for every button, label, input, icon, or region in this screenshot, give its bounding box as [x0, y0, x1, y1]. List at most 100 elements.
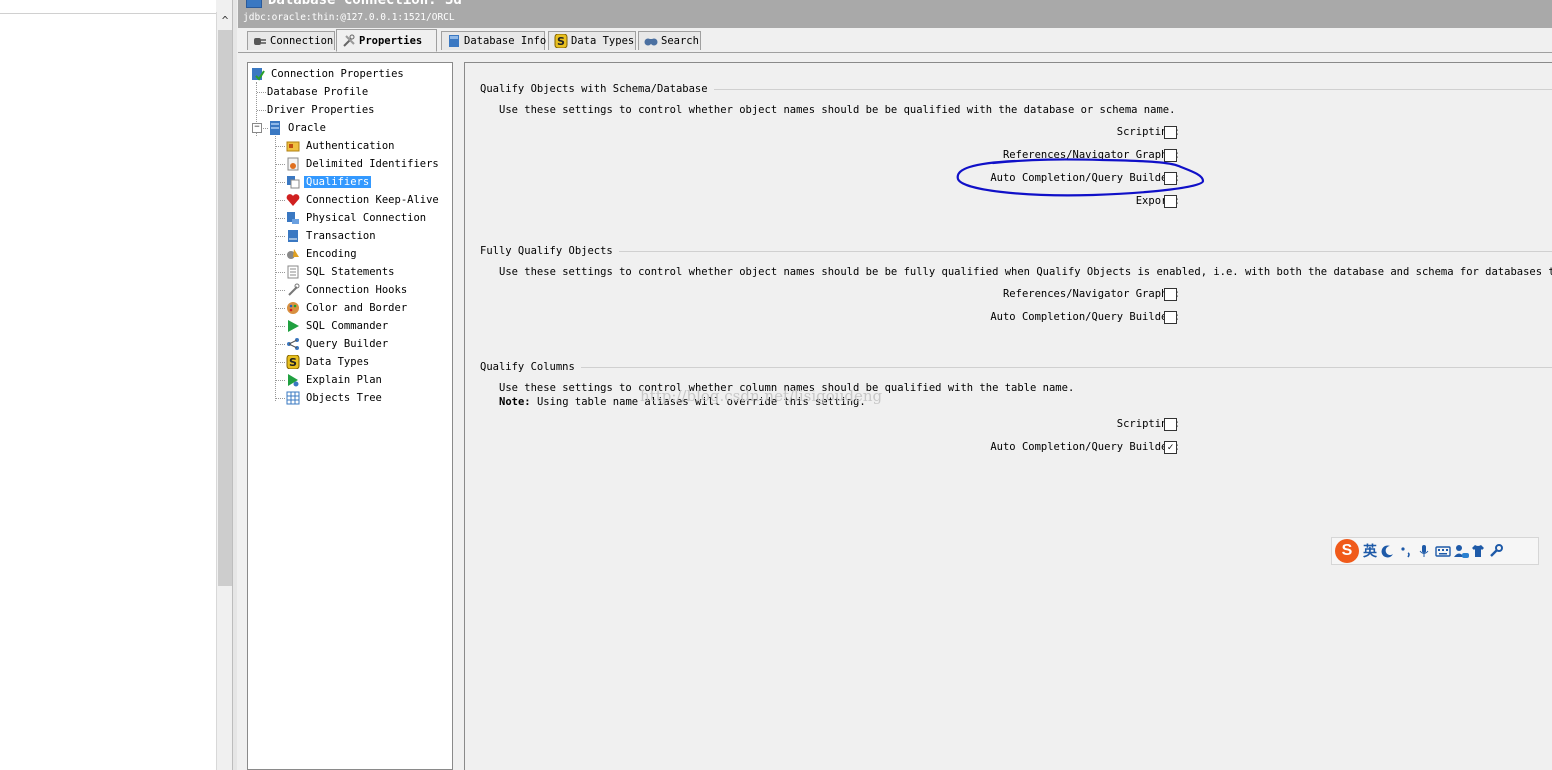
option-label-auto-completion: Auto Completion/Query Builder: [990, 311, 1180, 323]
tab-database-info[interactable]: Database Info [441, 31, 547, 50]
oracle-database-icon [268, 121, 282, 135]
shirt-icon[interactable] [1471, 544, 1485, 558]
tree-line [276, 380, 285, 381]
tree-label: Database Profile [267, 86, 369, 98]
tree-label: Driver Properties [267, 104, 375, 116]
wrench-icon[interactable] [1489, 544, 1503, 558]
tree-item-objects-tree[interactable]: Objects Tree [286, 389, 384, 407]
scroll-up-icon[interactable]: ^ [217, 12, 233, 30]
tree-item-connection-hooks[interactable]: Connection Hooks [286, 281, 409, 299]
dollar-s-icon: S [286, 354, 300, 370]
tree-item-driver-properties[interactable]: Driver Properties [265, 101, 376, 119]
checkbox-columns-auto-completion[interactable]: ✓ [1164, 441, 1177, 454]
section-title: Fully Qualify Objects [480, 245, 619, 257]
tree-label: Query Builder [306, 338, 389, 350]
punctuation-icon[interactable] [1399, 544, 1413, 558]
tree-item-database-profile[interactable]: Database Profile [265, 83, 370, 101]
sogou-logo-icon[interactable]: S [1335, 539, 1359, 563]
window-title: Database Connection: 3d [268, 0, 462, 8]
tree-item-authentication[interactable]: Authentication [286, 137, 397, 155]
user-icon[interactable] [1453, 544, 1469, 558]
tree-item-physical-connection[interactable]: Physical Connection [286, 209, 428, 227]
section-fully-qualify: Fully Qualify Objects [480, 245, 1552, 257]
tree-line [276, 200, 285, 201]
checkbox-qualify-export[interactable] [1164, 195, 1177, 208]
tree-line [276, 362, 285, 363]
ime-toolbar[interactable]: S 英 [1331, 537, 1539, 565]
transaction-icon [286, 229, 300, 243]
objects-tree-icon [286, 391, 300, 405]
tab-search[interactable]: Search [638, 31, 701, 50]
split-divider[interactable] [232, 0, 237, 770]
tree-label: Connection Hooks [306, 284, 408, 296]
input-mode-toggle[interactable]: 英 [1363, 541, 1377, 561]
tree-line [276, 308, 285, 309]
tree-label: Authentication [306, 140, 395, 152]
tools-icon [342, 34, 356, 48]
properties-tree: − Connection Properties Database Profile… [247, 62, 453, 770]
tab-properties[interactable]: Properties [336, 29, 437, 52]
tree-label: Explain Plan [306, 374, 382, 386]
left-top-field[interactable] [0, 0, 216, 14]
moon-icon[interactable] [1381, 544, 1395, 558]
tree-item-connection-properties[interactable]: Connection Properties [251, 65, 406, 83]
physical-connection-icon [286, 211, 300, 225]
checkbox-columns-scripting[interactable] [1164, 418, 1177, 431]
tree-item-data-types[interactable]: S Data Types [286, 353, 371, 371]
sql-statements-icon [286, 265, 300, 279]
checkbox-qualify-auto-completion[interactable] [1164, 172, 1177, 185]
checkbox-fully-auto-completion[interactable] [1164, 311, 1177, 324]
tree-label: Color and Border [306, 302, 408, 314]
tree-item-transaction[interactable]: Transaction [286, 227, 378, 245]
tree-item-connection-keep-alive[interactable]: Connection Keep-Alive [286, 191, 441, 209]
tree-label: Connection Properties [271, 68, 404, 80]
vertical-scrollbar[interactable]: ^ [216, 12, 233, 770]
connection-hooks-icon [286, 283, 300, 297]
tree-item-explain-plan[interactable]: Explain Plan [286, 371, 384, 389]
tab-bar: Connection Properties Database Info S Da… [238, 28, 1552, 53]
tree-line [276, 398, 285, 399]
keyboard-icon[interactable] [1435, 544, 1451, 558]
tab-label: Search [661, 35, 699, 47]
tab-data-types[interactable]: S Data Types [548, 31, 636, 50]
checkbox-qualify-scripting[interactable] [1164, 126, 1177, 139]
section-qualify-objects: Qualify Objects with Schema/Database [480, 83, 1552, 95]
scroll-thumb[interactable] [218, 30, 232, 586]
tree-item-color-and-border[interactable]: Color and Border [286, 299, 409, 317]
section-title: Qualify Objects with Schema/Database [480, 83, 714, 95]
checkbox-qualify-references-graphs[interactable] [1164, 149, 1177, 162]
tree-line [276, 344, 285, 345]
tree-item-oracle[interactable]: Oracle [268, 119, 328, 137]
collapse-toggle-icon[interactable]: − [252, 123, 262, 133]
tree-item-sql-statements[interactable]: SQL Statements [286, 263, 397, 281]
section-divider [480, 367, 1552, 368]
tab-label: Database Info [464, 35, 547, 47]
section-description: Use these settings to control whether ob… [499, 266, 1552, 278]
tree-item-encoding[interactable]: Encoding [286, 245, 359, 263]
section-qualify-columns: Qualify Columns [480, 361, 1552, 373]
qualifiers-panel: Qualify Objects with Schema/Database Use… [464, 62, 1552, 770]
note-label: Note: [499, 396, 531, 408]
section-title: Qualify Columns [480, 361, 581, 373]
microphone-icon[interactable] [1417, 544, 1431, 558]
tree-item-sql-commander[interactable]: SQL Commander [286, 317, 390, 335]
tree-line [276, 182, 285, 183]
tree-label: Transaction [306, 230, 376, 242]
tree-item-qualifiers[interactable]: Qualifiers [286, 173, 372, 191]
tree-line [276, 218, 285, 219]
left-blank-pane [0, 0, 216, 770]
tree-item-query-builder[interactable]: Query Builder [286, 335, 390, 353]
checkbox-fully-references-graphs[interactable] [1164, 288, 1177, 301]
svg-text:S: S [289, 356, 297, 369]
tree-line [276, 164, 285, 165]
database-connection-icon [246, 0, 262, 8]
tree-item-delimited-identifiers[interactable]: Delimited Identifiers [286, 155, 441, 173]
tab-connection[interactable]: Connection [247, 31, 335, 50]
tree-label: SQL Statements [306, 266, 395, 278]
tree-label: Data Types [306, 356, 370, 368]
watermark: http://blog.csdn.net/lisigoudeng [640, 387, 883, 405]
option-label-references-graphs: References/Navigator Graphs: [1002, 288, 1180, 300]
option-label-references-graphs: References/Navigator Graphs: [1002, 149, 1180, 161]
delimited-identifiers-icon [286, 157, 300, 171]
tab-label: Properties [359, 34, 423, 47]
